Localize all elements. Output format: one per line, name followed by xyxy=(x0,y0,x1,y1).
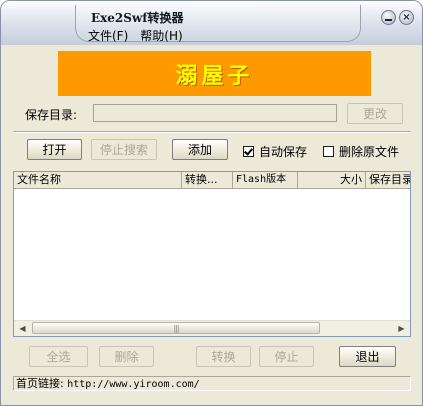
auto-save-checkbox[interactable]: 自动保存 xyxy=(243,143,307,160)
grip-icon: ||| xyxy=(173,323,179,333)
status-bar: 首页链接: http://www.yiroom.com/ xyxy=(13,376,411,391)
auto-save-label: 自动保存 xyxy=(259,145,308,159)
exit-button[interactable]: 退出 xyxy=(339,346,396,367)
delete-original-label: 删除原文件 xyxy=(339,145,400,159)
col-file-name[interactable]: 文件名称 xyxy=(14,172,182,189)
col-save-dir[interactable]: 保存目录 xyxy=(366,172,410,189)
add-button[interactable]: 添加 xyxy=(172,139,228,160)
save-dir-label: 保存目录: xyxy=(25,108,78,122)
menu-bar: 文件(F) 帮助(H) xyxy=(87,27,184,43)
list-header: 文件名称 转换... Flash版本 大小 保存目录 xyxy=(14,172,410,189)
logo-banner: 溺屋子 xyxy=(58,51,371,96)
select-all-button[interactable]: 全选 xyxy=(29,346,88,367)
menu-help[interactable]: 帮助(H) xyxy=(139,27,183,43)
change-dir-button[interactable]: 更改 xyxy=(347,103,403,124)
col-flash-version[interactable]: Flash版本 xyxy=(233,172,298,189)
checkbox-checked-icon xyxy=(243,146,254,157)
minimize-button[interactable] xyxy=(381,10,396,25)
homepage-label: 首页链接: xyxy=(16,377,64,390)
scroll-right-icon[interactable]: ▶ xyxy=(394,322,409,335)
banner-logo-text: 溺屋子 xyxy=(175,62,254,89)
separator xyxy=(13,131,411,133)
homepage-link[interactable]: http://www.yiroom.com/ xyxy=(67,379,199,390)
close-button[interactable]: × xyxy=(399,10,414,25)
menu-file[interactable]: 文件(F) xyxy=(87,27,129,43)
delete-original-checkbox[interactable]: 删除原文件 xyxy=(323,143,399,160)
title-bar[interactable]: Exe2Swf转换器 文件(F) 帮助(H) × xyxy=(1,1,422,45)
delete-button[interactable]: 删除 xyxy=(99,346,154,367)
minimize-icon xyxy=(385,19,392,21)
stop-button[interactable]: 停止 xyxy=(259,346,314,367)
stop-search-button[interactable]: 停止搜索 xyxy=(91,139,157,160)
convert-button[interactable]: 转换 xyxy=(196,346,251,367)
close-icon: × xyxy=(402,11,411,23)
col-size[interactable]: 大小 xyxy=(298,172,366,189)
file-list[interactable]: 文件名称 转换... Flash版本 大小 保存目录 ◀ ||| ▶ xyxy=(13,171,411,337)
app-window: Exe2Swf转换器 文件(F) 帮助(H) × 溺屋子 保存目录: 更改 打开… xyxy=(0,0,423,406)
scroll-thumb[interactable]: ||| xyxy=(32,322,320,334)
save-dir-input[interactable] xyxy=(93,104,337,122)
window-title: Exe2Swf转换器 xyxy=(91,11,184,25)
checkbox-unchecked-icon xyxy=(323,146,334,157)
col-convert[interactable]: 转换... xyxy=(182,172,233,189)
open-button[interactable]: 打开 xyxy=(27,139,82,160)
scroll-left-icon[interactable]: ◀ xyxy=(15,322,30,335)
horizontal-scrollbar[interactable]: ◀ ||| ▶ xyxy=(14,320,410,336)
